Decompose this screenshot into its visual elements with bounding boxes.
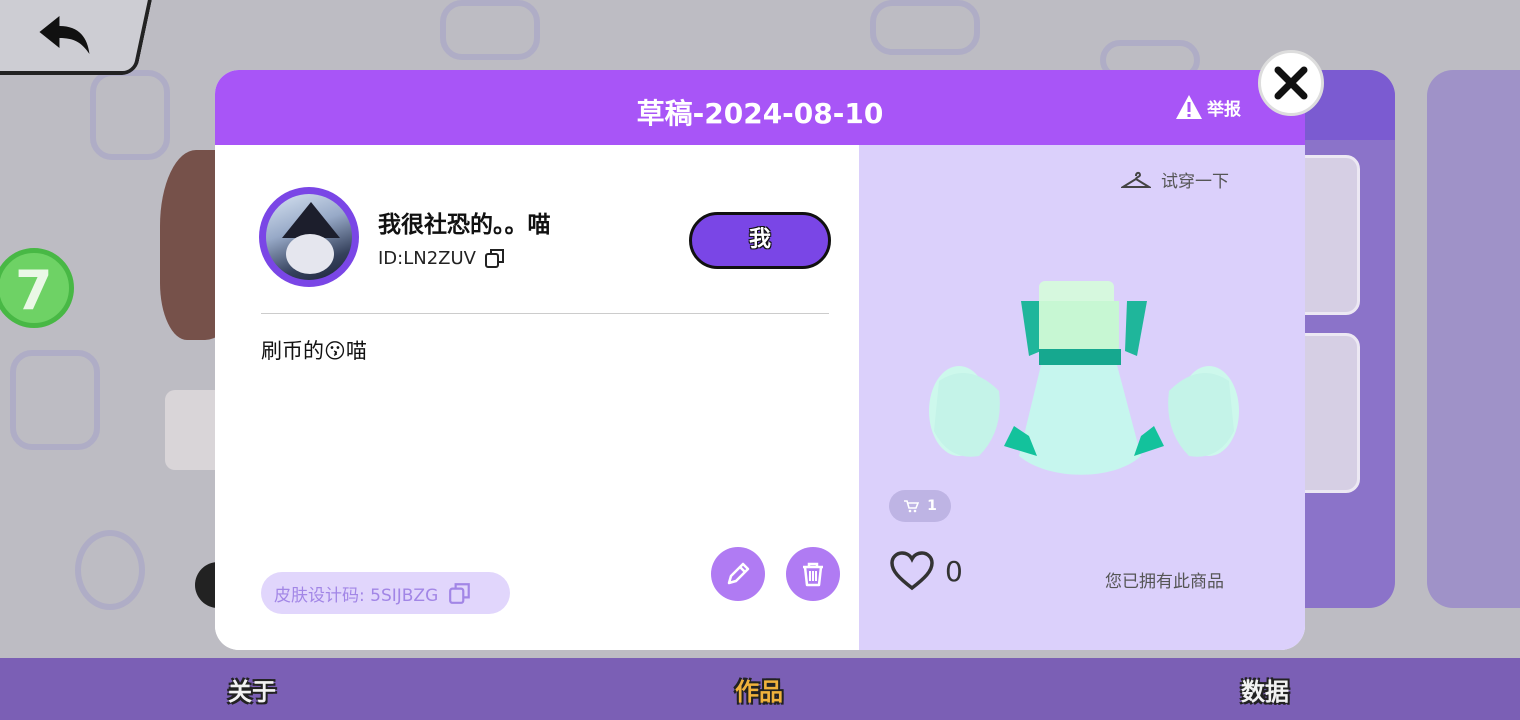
- skin-code-text: 皮肤设计码: 5SIJBZG: [274, 585, 439, 606]
- delete-button[interactable]: [786, 547, 840, 601]
- shoe-doodle: [440, 0, 540, 60]
- trash-icon: [803, 562, 823, 587]
- copy-icon[interactable]: [484, 247, 506, 269]
- me-button[interactable]: 我: [689, 212, 831, 269]
- badge-number: 7: [15, 259, 53, 322]
- try-on-button[interactable]: 试穿一下: [1121, 167, 1229, 192]
- author-id-text: ID:LN2ZUV: [378, 247, 476, 269]
- copy-icon[interactable]: [448, 581, 472, 605]
- shirt-doodle: [90, 70, 170, 160]
- edit-button[interactable]: [711, 547, 765, 601]
- like-count: 0: [945, 554, 963, 588]
- tab-works[interactable]: 作品: [735, 672, 783, 707]
- design-detail-dialog: 草稿-2024-08-10 举报 我很社恐的。。喵 ID:LN2ZUV 我 刷币…: [215, 70, 1305, 650]
- tab-about[interactable]: 关于: [228, 672, 276, 707]
- dialog-header: 草稿-2024-08-10 举报: [215, 70, 1305, 145]
- cart-count: 1: [927, 498, 937, 514]
- ghost-doodle: [75, 530, 145, 610]
- like-button[interactable]: 0: [889, 550, 963, 592]
- shoe-doodle: [870, 0, 980, 55]
- owned-status: 您已拥有此商品: [1105, 572, 1224, 592]
- try-on-label: 试穿一下: [1161, 172, 1229, 192]
- skin-code-pill[interactable]: 皮肤设计码: 5SIJBZG: [261, 572, 510, 614]
- divider: [261, 313, 829, 314]
- right-panel: [1427, 70, 1520, 608]
- cart-count-pill: 1: [889, 490, 951, 522]
- bottom-nav: 关于 作品 数据: [0, 658, 1520, 720]
- hanger-icon: [1121, 171, 1151, 188]
- close-icon: [1274, 66, 1308, 100]
- info-pane: 我很社恐的。。喵 ID:LN2ZUV 我 刷币的😗喵 皮肤设计码: 5SIJBZ…: [215, 145, 859, 650]
- design-description: 刷币的😗喵: [261, 339, 367, 363]
- undo-arrow-icon: [39, 16, 90, 54]
- report-label: 举报: [1207, 99, 1241, 120]
- preview-pane: 试穿一下 1 0 您已拥有此商品: [859, 145, 1305, 650]
- pencil-icon: [727, 562, 750, 585]
- dialog-title: 草稿-2024-08-10: [636, 97, 884, 130]
- avatar[interactable]: [259, 187, 359, 287]
- back-button[interactable]: [0, 0, 155, 75]
- cart-icon: [904, 500, 920, 513]
- shirt-doodle: [10, 350, 100, 450]
- warning-icon: [1176, 95, 1202, 119]
- close-button[interactable]: [1258, 50, 1324, 116]
- heart-icon: [890, 551, 934, 591]
- tab-data[interactable]: 数据: [1241, 672, 1289, 707]
- report-button[interactable]: 举报: [1175, 94, 1241, 120]
- dress-preview-image: [929, 281, 1239, 475]
- author-name: 我很社恐的。。喵: [378, 212, 551, 238]
- author-id: ID:LN2ZUV: [378, 247, 506, 269]
